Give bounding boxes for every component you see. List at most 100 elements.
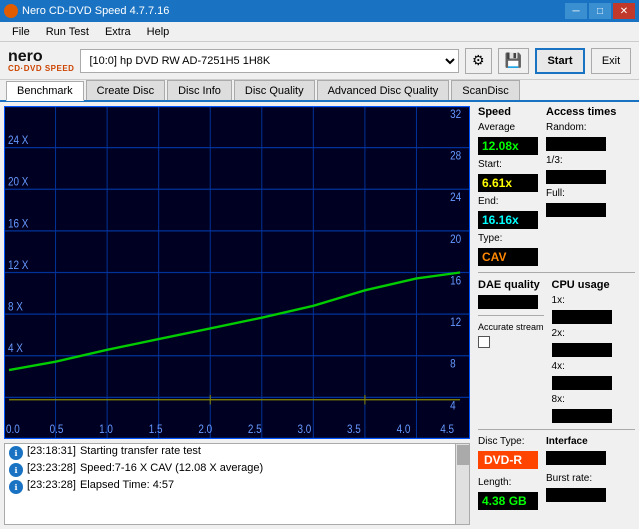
svg-text:3.5: 3.5 <box>347 423 361 436</box>
device-info-button[interactable]: ⚙ <box>465 48 492 74</box>
svg-text:20 X: 20 X <box>8 176 29 189</box>
maximize-button[interactable]: □ <box>589 3 611 19</box>
log-text-1: Speed:7-16 X CAV (12.08 X average) <box>80 462 263 474</box>
svg-text:16 X: 16 X <box>8 218 29 231</box>
speed-end-value: 16.16x <box>478 211 538 229</box>
cpu-4x-value <box>552 376 612 390</box>
disc-length-label: Length: <box>478 477 538 488</box>
cpu-1x-label: 1x: <box>552 295 612 306</box>
log-area: ℹ [23:18:31] Starting transfer rate test… <box>4 443 470 525</box>
disc-length-value: 4.38 GB <box>478 492 538 510</box>
app-title: Nero CD-DVD Speed 4.7.7.16 <box>22 5 169 17</box>
access-times-title: Access times <box>546 106 616 118</box>
cpu-8x-label: 8x: <box>552 394 612 405</box>
svg-text:28: 28 <box>450 150 461 163</box>
logo-sub: CD·DVD SPEED <box>8 65 74 73</box>
speed-average-value: 12.08x <box>478 137 538 155</box>
tab-scandisc[interactable]: ScanDisc <box>451 80 519 100</box>
svg-text:32: 32 <box>450 108 461 121</box>
svg-text:0.5: 0.5 <box>50 423 64 436</box>
toolbar: nero CD·DVD SPEED [10:0] hp DVD RW AD-72… <box>0 42 639 80</box>
disc-type-label: Disc Type: <box>478 436 538 447</box>
speed-average-label: Average <box>478 122 538 133</box>
menu-help[interactable]: Help <box>139 24 178 40</box>
log-icon-1: ℹ <box>9 463 23 477</box>
svg-text:12: 12 <box>450 316 461 329</box>
menu-run-test[interactable]: Run Test <box>38 24 97 40</box>
speed-start-value: 6.61x <box>478 174 538 192</box>
accurate-stream-label: Accurate stream <box>478 322 544 332</box>
drive-select[interactable]: [10:0] hp DVD RW AD-7251H5 1H8K <box>80 49 459 73</box>
svg-text:4 X: 4 X <box>8 342 24 355</box>
log-icon-2: ℹ <box>9 480 23 494</box>
speed-type-value: CAV <box>478 248 538 266</box>
svg-text:3.0: 3.0 <box>297 423 311 436</box>
cpu-2x-label: 2x: <box>552 328 612 339</box>
close-button[interactable]: ✕ <box>613 3 635 19</box>
one-third-value <box>546 170 606 184</box>
svg-text:12 X: 12 X <box>8 259 29 272</box>
cpu-2x-value <box>552 343 612 357</box>
accurate-stream-container <box>478 336 544 348</box>
disc-type-value: DVD-R <box>478 451 538 469</box>
svg-text:2.5: 2.5 <box>248 423 262 436</box>
chart-log-area: 24 X 20 X 16 X 12 X 8 X 4 X 32 28 24 20 … <box>0 102 474 529</box>
cpu-access-section: DAE quality Accurate stream CPU usage 1x… <box>478 279 635 423</box>
start-button[interactable]: Start <box>535 48 585 74</box>
chart-canvas: 24 X 20 X 16 X 12 X 8 X 4 X 32 28 24 20 … <box>4 106 470 439</box>
svg-text:16: 16 <box>450 275 461 288</box>
cpu-1x-value <box>552 310 612 324</box>
log-scrollbar[interactable] <box>455 444 469 524</box>
full-label: Full: <box>546 188 616 199</box>
log-scrollbar-thumb[interactable] <box>457 445 469 465</box>
accurate-stream-checkbox[interactable] <box>478 336 490 348</box>
log-entry-2: ℹ [23:23:28] Elapsed Time: 4:57 <box>5 478 455 495</box>
burst-label: Burst rate: <box>546 473 606 484</box>
speed-title: Speed <box>478 106 538 118</box>
tab-disc-quality[interactable]: Disc Quality <box>234 80 315 100</box>
tab-disc-info[interactable]: Disc Info <box>167 80 232 100</box>
svg-text:24 X: 24 X <box>8 134 29 147</box>
tab-advanced-disc-quality[interactable]: Advanced Disc Quality <box>317 80 450 100</box>
random-value <box>546 137 606 151</box>
right-panel: Speed Average 12.08x Start: 6.61x End: 1… <box>474 102 639 529</box>
logo-nero: nero <box>8 49 74 65</box>
tabs: Benchmark Create Disc Disc Info Disc Qua… <box>0 80 639 102</box>
full-value <box>546 203 606 217</box>
chart-svg: 24 X 20 X 16 X 12 X 8 X 4 X 32 28 24 20 … <box>4 106 470 439</box>
tab-create-disc[interactable]: Create Disc <box>86 80 165 100</box>
minimize-button[interactable]: ─ <box>565 3 587 19</box>
title-bar: Nero CD-DVD Speed 4.7.7.16 ─ □ ✕ <box>0 0 639 22</box>
speed-section: Speed Average 12.08x Start: 6.61x End: 1… <box>478 106 538 266</box>
access-times-section: Access times Random: 1/3: Full: <box>546 106 616 266</box>
menu-file[interactable]: File <box>4 24 38 40</box>
exit-button[interactable]: Exit <box>591 48 631 74</box>
menu-bar: File Run Test Extra Help <box>0 22 639 42</box>
main-content: 24 X 20 X 16 X 12 X 8 X 4 X 32 28 24 20 … <box>0 102 639 529</box>
svg-text:8 X: 8 X <box>8 301 24 314</box>
save-button[interactable]: 💾 <box>498 48 529 74</box>
disc-section: Disc Type: DVD-R Length: 4.38 GB <box>478 436 538 510</box>
chart-area: 24 X 20 X 16 X 12 X 8 X 4 X 32 28 24 20 … <box>4 106 470 439</box>
divider-1 <box>478 272 635 273</box>
log-entry: ℹ [23:18:31] Starting transfer rate test <box>5 444 455 461</box>
interface-value <box>546 451 606 465</box>
log-time-2: [23:23:28] <box>27 479 76 491</box>
dae-title: DAE quality <box>478 279 544 291</box>
divider-2 <box>478 429 635 430</box>
log-icon-0: ℹ <box>9 446 23 460</box>
svg-text:4.0: 4.0 <box>397 423 411 436</box>
tab-benchmark[interactable]: Benchmark <box>6 81 84 101</box>
log-text-2: Elapsed Time: 4:57 <box>80 479 174 491</box>
menu-extra[interactable]: Extra <box>97 24 139 40</box>
dae-value <box>478 295 538 309</box>
svg-text:20: 20 <box>450 233 461 246</box>
speed-start-label: Start: <box>478 159 538 170</box>
svg-text:0.0: 0.0 <box>6 423 20 436</box>
speed-end-label: End: <box>478 196 538 207</box>
log-text-0: Starting transfer rate test <box>80 445 201 457</box>
svg-text:2.0: 2.0 <box>198 423 212 436</box>
log-entry-1: ℹ [23:23:28] Speed:7-16 X CAV (12.08 X a… <box>5 461 455 478</box>
interface-label: Interface <box>546 436 606 447</box>
svg-text:1.5: 1.5 <box>149 423 163 436</box>
